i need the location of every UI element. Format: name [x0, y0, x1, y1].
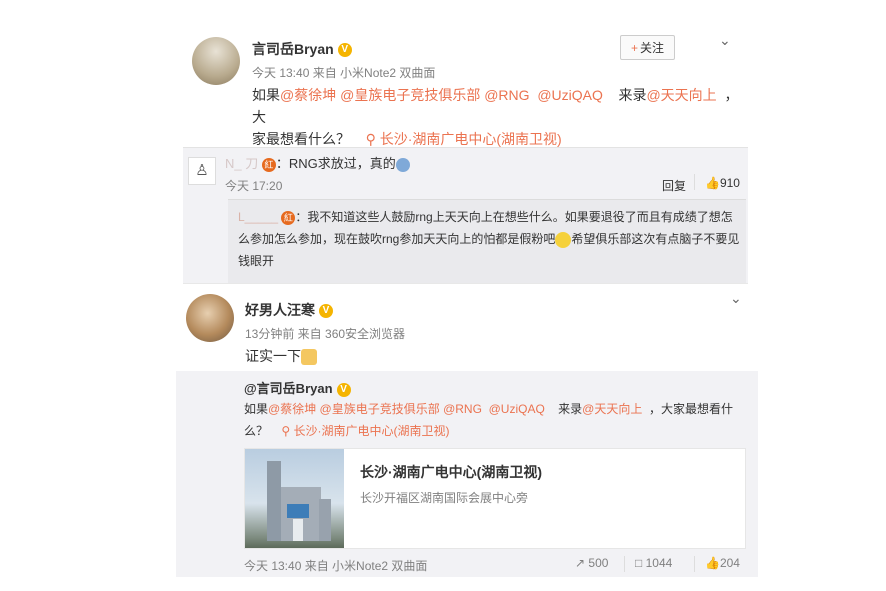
comment-count: 1044	[645, 556, 673, 570]
mention-link[interactable]: @天天向上	[582, 402, 642, 416]
location-image	[245, 449, 344, 548]
thumbs-up-icon: 👍	[705, 556, 720, 570]
doge-emoji-icon	[301, 349, 317, 366]
text-prefix: 如果	[244, 402, 269, 416]
commenter-name[interactable]: N_ 刀	[225, 156, 258, 171]
author-name[interactable]: 好男人汪寒 V	[245, 300, 333, 320]
location-pin-icon: ⚲	[281, 424, 291, 438]
follow-button[interactable]: + 关注	[620, 35, 676, 60]
avatar[interactable]	[192, 37, 240, 85]
mention-link[interactable]: @蔡徐坤	[268, 402, 316, 416]
mention-link[interactable]: @RNG	[443, 402, 482, 416]
follow-label: 关注	[640, 41, 665, 55]
card-title[interactable]: 长沙·湖南广电中心(湖南卫视)	[360, 462, 542, 482]
post-text-content: 证实一下	[245, 348, 301, 364]
chevron-down-icon[interactable]: ⌄	[719, 32, 731, 49]
quoted-meta: 今天 13:40 来自 小米Note2 双曲面	[244, 559, 428, 573]
chevron-down-icon[interactable]: ⌄	[730, 290, 742, 307]
like-count: 204	[719, 556, 740, 570]
mention-link[interactable]: @蔡徐坤	[280, 87, 336, 103]
location-pin-icon: ⚲	[365, 131, 376, 147]
repost-count: 500	[588, 556, 609, 570]
post-text: 如果@蔡徐坤 @皇族电子竞技俱乐部 @RNG @UziQAQ 来录@天天向上 ，…	[252, 84, 742, 150]
divider	[183, 283, 748, 284]
reply-button[interactable]: 回复	[662, 177, 686, 194]
divider	[624, 556, 625, 572]
comment-line: N_ 刀 紅：RNG求放过，真的	[225, 153, 410, 172]
post-meta: 13分钟前 来自 360安全浏览器	[245, 327, 406, 341]
post-meta: 今天 13:40 来自 小米Note2 双曲面	[252, 66, 436, 80]
red-badge-icon: 紅	[261, 157, 276, 172]
text-suffix: ，大家最想看什	[649, 402, 734, 416]
thumbs-up-icon: 👍	[705, 176, 720, 190]
like-button[interactable]: 👍204	[705, 556, 740, 570]
text-prefix: 如果	[252, 87, 280, 103]
divider	[694, 556, 695, 572]
comment-text: ：RNG求放过，真的	[275, 156, 396, 171]
like-button[interactable]: 👍910	[705, 176, 740, 190]
repost-button[interactable]: ↗ 500	[575, 556, 608, 570]
red-badge-icon: 紅	[281, 210, 296, 225]
location-link[interactable]: ⚲ 长沙·湖南广电中心(湖南卫视)	[281, 424, 449, 438]
commenter-avatar[interactable]: ♙	[188, 157, 216, 185]
text-suffix: 么？	[244, 424, 269, 438]
author-name[interactable]: 言司岳Bryan V	[252, 39, 352, 59]
quoted-author-text[interactable]: @言司岳Bryan	[244, 381, 333, 396]
reply-author[interactable]: L_____	[238, 210, 278, 224]
mention-link[interactable]: @皇族电子竞技俱乐部	[340, 87, 480, 103]
repost-icon: ↗	[575, 556, 586, 570]
text-suffix: 家最想看什么？	[252, 131, 350, 147]
location-link[interactable]: ⚲ 长沙·湖南广电中心(湖南卫视)	[366, 131, 562, 147]
author-name-text[interactable]: 好男人汪寒	[245, 302, 315, 318]
avatar[interactable]	[186, 294, 234, 342]
quoted-author[interactable]: @言司岳Bryan V	[244, 378, 351, 397]
record-label: 来录	[558, 402, 583, 416]
mention-link[interactable]: @天天向上	[646, 87, 716, 103]
comment-button[interactable]: □ 1044	[635, 556, 672, 570]
smile-emoji-icon	[555, 231, 572, 248]
location-text: 长沙·湖南广电中心(湖南卫视)	[379, 131, 562, 147]
verified-badge: V	[336, 382, 351, 397]
emoji-icon	[395, 157, 410, 172]
card-subtitle: 长沙开福区湖南国际会展中心旁	[360, 491, 529, 505]
like-count: 910	[719, 176, 740, 190]
mention-link[interactable]: @UziQAQ	[537, 87, 603, 103]
comment-time: 今天 17:20	[225, 179, 283, 193]
comment-icon: □	[635, 556, 643, 570]
mention-link[interactable]: @RNG	[484, 87, 529, 103]
verified-badge: V	[337, 43, 352, 58]
nested-reply-text: L_____ 紅：我不知道这些人鼓励rng上天天向上在想些什么。如果要退役了而且…	[238, 206, 740, 272]
mention-link[interactable]: @皇族电子竞技俱乐部	[320, 402, 440, 416]
author-name-text[interactable]: 言司岳Bryan	[252, 41, 334, 57]
record-label: 来录	[618, 87, 647, 103]
verified-badge: V	[319, 304, 333, 319]
divider	[694, 174, 695, 190]
location-text: 长沙·湖南广电中心(湖南卫视)	[293, 424, 450, 438]
mention-link[interactable]: @UziQAQ	[489, 402, 545, 416]
post-text: 证实一下	[245, 346, 317, 366]
quoted-text: 如果@蔡徐坤 @皇族电子竞技俱乐部 @RNG @UziQAQ 来录@天天向上 ，…	[244, 398, 744, 442]
plus-icon: +	[631, 41, 639, 55]
